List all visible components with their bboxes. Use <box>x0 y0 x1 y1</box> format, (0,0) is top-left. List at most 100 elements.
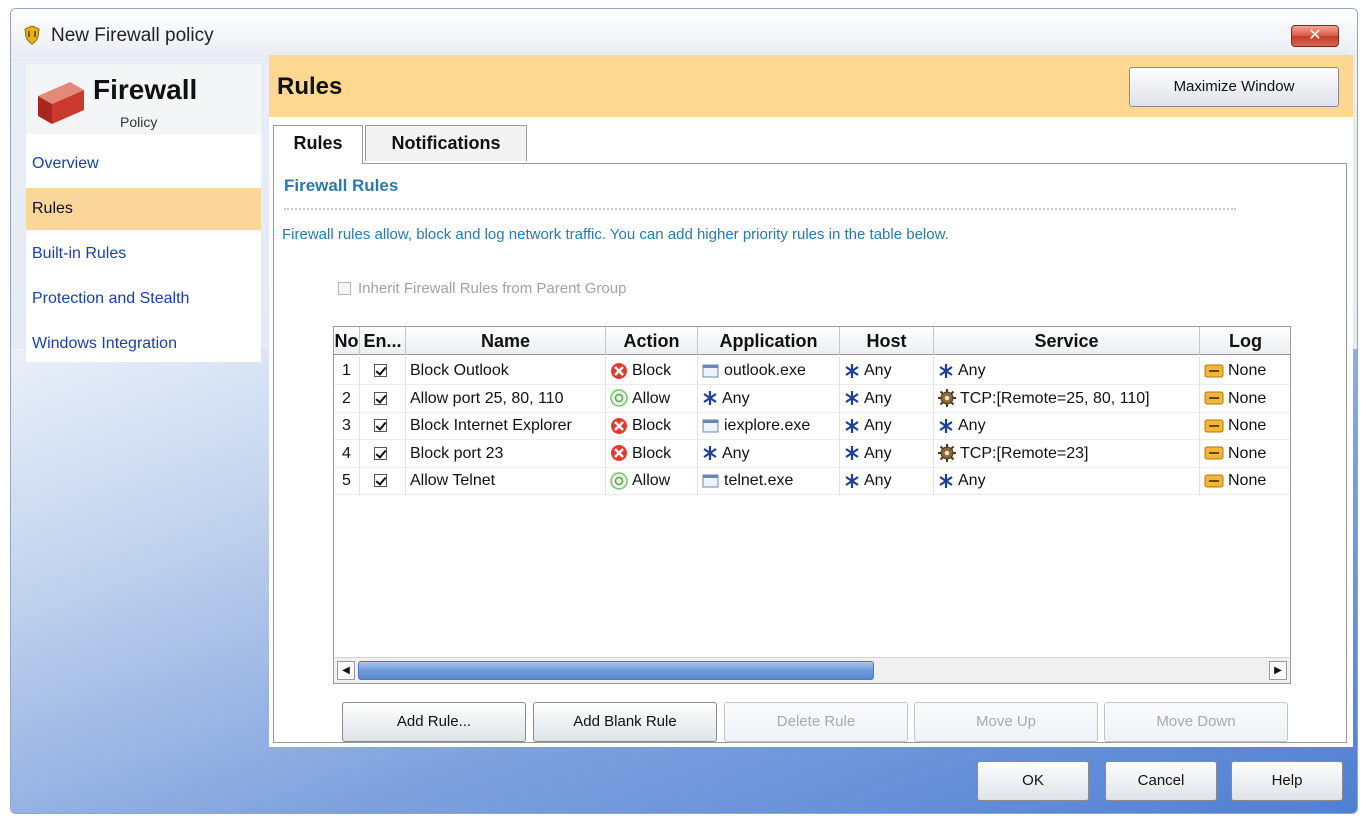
enabled-checkbox[interactable] <box>374 419 387 433</box>
cell-service: Any <box>934 467 1200 495</box>
scroll-left-arrow[interactable]: ◀ <box>337 661 355 680</box>
column-header-host[interactable]: Host <box>840 327 934 355</box>
service-label: TCP:[Remote=25, 80, 110] <box>960 389 1150 407</box>
rules-table: No En... Name Action Application Host Se… <box>333 326 1291 684</box>
sidebar-subtitle: Policy <box>120 114 158 130</box>
log-label: None <box>1228 472 1267 489</box>
add-blank-rule-button[interactable]: Add Blank Rule <box>533 702 717 742</box>
rule-name: Block Internet Explorer <box>410 417 572 434</box>
move-down-button[interactable]: Move Down <box>1104 702 1288 742</box>
ok-button[interactable]: OK <box>977 761 1089 801</box>
service-label: Any <box>958 362 986 379</box>
cell-application: outlook.exe <box>698 357 840 385</box>
rule-number: 2 <box>342 389 351 407</box>
cell-no: 2 <box>334 384 360 413</box>
any-icon <box>845 473 859 488</box>
log-icon <box>1204 391 1224 405</box>
cell-application: Any <box>698 384 840 413</box>
page-title: Rules <box>277 73 343 100</box>
cell-service: TCP:[Remote=25, 80, 110] <box>934 384 1200 413</box>
table-row[interactable]: 5 Allow Telnet Allow telnet.exe Any Any None <box>334 467 1290 495</box>
cell-log: None <box>1200 385 1290 413</box>
service-label: Any <box>958 417 986 434</box>
cell-host: Any <box>840 357 934 385</box>
gear-icon <box>938 444 956 463</box>
column-header-log[interactable]: Log <box>1200 327 1290 355</box>
gear-icon <box>938 389 956 408</box>
scroll-thumb[interactable] <box>358 661 874 680</box>
cancel-button[interactable]: Cancel <box>1105 761 1217 801</box>
shield-icon <box>24 25 40 45</box>
sidebar-item-protection-stealth[interactable]: Protection and Stealth <box>26 278 261 320</box>
cell-application: iexplore.exe <box>698 412 840 440</box>
sidebar-item-overview[interactable]: Overview <box>26 143 261 185</box>
cell-name: Allow Telnet <box>406 467 606 495</box>
cell-log: None <box>1200 412 1290 440</box>
table-row[interactable]: 4 Block port 23 Block Any Any TCP:[Remote=23]… <box>334 439 1290 468</box>
cell-service: Any <box>934 357 1200 385</box>
enabled-checkbox[interactable] <box>374 364 387 378</box>
exe-icon <box>702 474 719 488</box>
host-label: Any <box>864 389 892 407</box>
column-header-application[interactable]: Application <box>698 327 840 355</box>
any-icon <box>939 473 953 488</box>
cell-enabled <box>360 412 406 440</box>
any-icon <box>845 418 859 433</box>
rule-number: 4 <box>342 444 351 462</box>
cell-enabled <box>360 467 406 495</box>
delete-rule-button[interactable]: Delete Rule <box>724 702 908 742</box>
cell-log: None <box>1200 467 1290 495</box>
tab-rules[interactable]: Rules <box>273 125 363 164</box>
cell-action: Allow <box>606 467 698 495</box>
cell-enabled <box>360 439 406 468</box>
tab-notifications[interactable]: Notifications <box>365 125 527 161</box>
sidebar-item-windows-integration[interactable]: Windows Integration <box>26 323 261 365</box>
cell-no: 5 <box>334 467 360 495</box>
cell-service: Any <box>934 412 1200 440</box>
maximize-window-button[interactable]: Maximize Window <box>1129 67 1339 107</box>
column-header-no[interactable]: No <box>334 327 360 355</box>
add-rule-button[interactable]: Add Rule... <box>342 702 526 742</box>
table-row[interactable]: 2 Allow port 25, 80, 110 Allow Any Any TCP:[R… <box>334 384 1290 413</box>
enabled-checkbox[interactable] <box>374 474 387 488</box>
cell-enabled <box>360 357 406 385</box>
any-icon <box>703 391 717 406</box>
divider <box>284 208 1236 210</box>
application-label: outlook.exe <box>724 362 806 379</box>
cell-no: 1 <box>334 357 360 385</box>
cell-enabled <box>360 384 406 413</box>
enabled-checkbox[interactable] <box>374 391 387 405</box>
cell-host: Any <box>840 384 934 413</box>
sidebar-item-built-in-rules[interactable]: Built-in Rules <box>26 233 261 275</box>
application-label: Any <box>722 389 750 407</box>
exe-icon <box>702 419 719 433</box>
application-label: telnet.exe <box>724 472 794 489</box>
any-icon <box>845 363 859 378</box>
rule-name: Allow Telnet <box>410 472 496 489</box>
exe-icon <box>702 364 719 378</box>
scroll-right-arrow[interactable]: ▶ <box>1269 661 1287 680</box>
any-icon <box>845 391 859 406</box>
move-up-button[interactable]: Move Up <box>914 702 1098 742</box>
table-row[interactable]: 3 Block Internet Explorer Block iexplore.ex… <box>334 412 1290 440</box>
cell-no: 3 <box>334 412 360 440</box>
rule-number: 5 <box>342 472 351 489</box>
table-row[interactable]: 1 Block Outlook Block outlook.exe Any Any None <box>334 357 1290 385</box>
action-label: Block <box>632 362 672 379</box>
log-icon <box>1204 419 1224 433</box>
close-button[interactable]: ✕ <box>1291 25 1339 47</box>
enabled-checkbox[interactable] <box>374 446 387 460</box>
cell-log: None <box>1200 440 1290 468</box>
application-label: Any <box>722 444 750 462</box>
help-button[interactable]: Help <box>1231 761 1343 801</box>
column-header-name[interactable]: Name <box>406 327 606 355</box>
action-label: Allow <box>632 389 671 407</box>
column-header-enabled[interactable]: En... <box>360 327 406 355</box>
horizontal-scrollbar[interactable]: ◀ ▶ <box>334 657 1290 683</box>
rule-name: Block port 23 <box>410 444 504 462</box>
column-header-service[interactable]: Service <box>934 327 1200 355</box>
host-label: Any <box>864 444 892 462</box>
column-header-action[interactable]: Action <box>606 327 698 355</box>
sidebar-item-rules[interactable]: Rules <box>26 188 261 230</box>
inherit-checkbox[interactable] <box>338 282 351 295</box>
